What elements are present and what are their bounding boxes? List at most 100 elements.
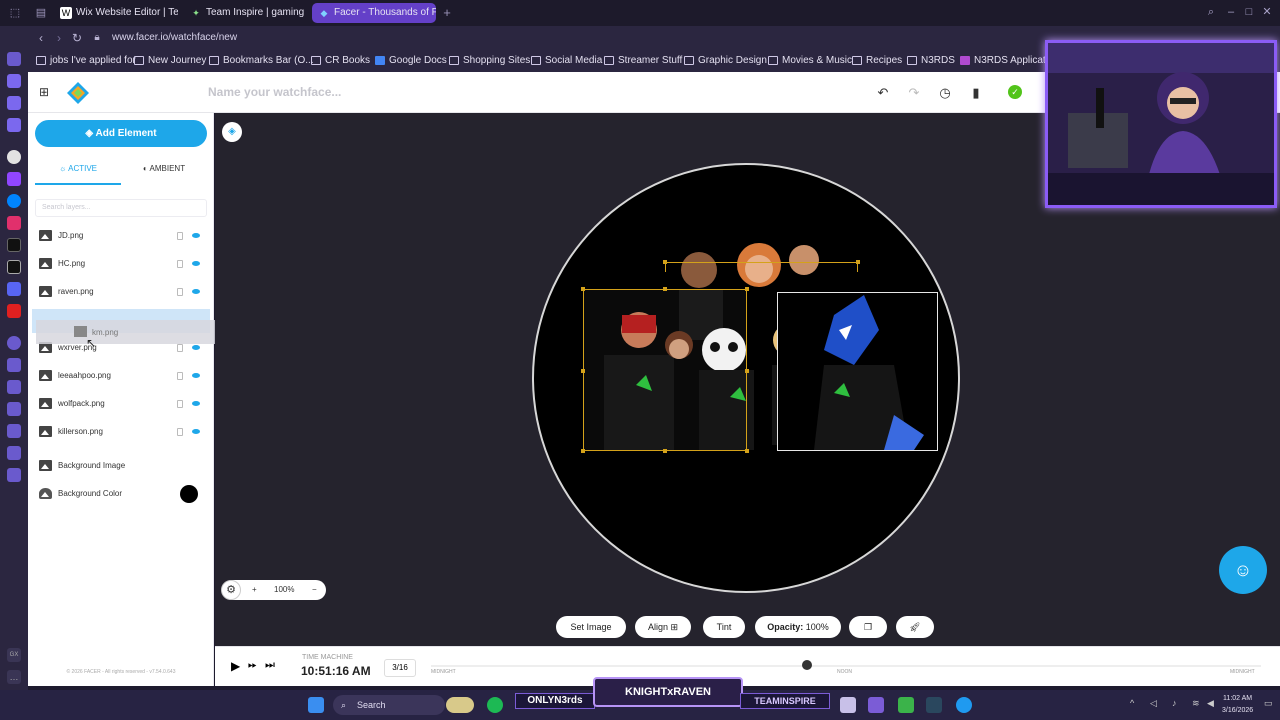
layer-row[interactable]: leeaahpoo.png — [32, 364, 210, 388]
layer-row[interactable]: wolfpack.png — [32, 392, 210, 416]
chat-support-icon[interactable]: ☺ — [1219, 546, 1267, 594]
bookmark-item[interactable]: New Journey — [134, 54, 206, 68]
chatgpt-icon[interactable] — [7, 150, 21, 164]
bookmark-item[interactable]: Shopping Sites — [449, 54, 530, 68]
wifi-icon[interactable]: ≋ — [1192, 698, 1200, 709]
tab-facer[interactable]: ◆ Facer - Thousands of FRE — [312, 3, 436, 23]
widgets-icon[interactable] — [446, 697, 474, 713]
lock-icon[interactable] — [177, 260, 183, 268]
tiktok-icon[interactable] — [7, 238, 21, 252]
youtube-icon[interactable] — [7, 304, 21, 318]
taskbar-clock[interactable]: 11:02 AM 3/16/2026 — [1222, 693, 1253, 717]
watchface-name-input[interactable]: Name your watchface... — [208, 85, 341, 99]
faster-forward-icon[interactable]: ⏭︎ — [265, 659, 275, 672]
speaker-icon[interactable]: ◁ — [1150, 698, 1157, 709]
gear-icon[interactable]: ⚙ — [221, 580, 241, 600]
resize-handle[interactable] — [745, 449, 749, 453]
editor-canvas[interactable]: ◈ ⚙ + 100% − Set Image Align ⊞ Tint Opac… — [215, 113, 1045, 646]
resize-handle[interactable] — [663, 449, 667, 453]
resize-handle[interactable] — [581, 369, 585, 373]
eye-icon[interactable] — [192, 289, 200, 294]
layer-row[interactable]: JD.png — [32, 224, 210, 248]
eye-icon[interactable] — [192, 233, 200, 238]
layer-row[interactable]: raven.png — [32, 280, 210, 304]
watch-face[interactable] — [532, 163, 960, 593]
bookmark-item[interactable]: jobs I've applied for — [36, 54, 136, 68]
bookmark-item[interactable]: N3RDS — [907, 54, 955, 68]
layer-row[interactable]: killerson.png — [32, 420, 210, 444]
time-slider-thumb[interactable] — [802, 660, 812, 670]
zoom-in-button[interactable]: + — [252, 580, 257, 600]
messenger-icon[interactable] — [7, 194, 21, 208]
close-icon[interactable]: ✕ — [1260, 5, 1274, 19]
dragging-layer[interactable]: km.png — [36, 320, 244, 344]
bookmark-item[interactable]: Social Media — [531, 54, 602, 68]
bookmark-item[interactable]: Google Docs — [375, 54, 447, 68]
bookmark-item[interactable]: Bookmarks Bar (O... — [209, 54, 314, 68]
add-element-button[interactable]: ◈ Add Element — [35, 120, 207, 147]
resize-handle[interactable] — [663, 287, 667, 291]
selection-box[interactable] — [583, 289, 747, 451]
tray-chevron-icon[interactable]: ^ — [1130, 698, 1134, 708]
resize-handle[interactable] — [663, 260, 667, 264]
bookmark-item[interactable]: Graphic Design — [684, 54, 767, 68]
resize-handle[interactable] — [581, 287, 585, 291]
lock-icon[interactable] — [177, 400, 183, 408]
windows-start-icon[interactable] — [308, 697, 324, 713]
twitch-icon[interactable] — [7, 172, 21, 186]
volume-icon[interactable]: ◀ — [1207, 698, 1214, 709]
color-swatch[interactable] — [180, 485, 198, 503]
sidebar-app-icon[interactable] — [7, 468, 21, 482]
xbox-icon[interactable] — [898, 697, 914, 713]
lock-icon[interactable] — [177, 232, 183, 240]
selection-box[interactable] — [665, 262, 858, 272]
resize-handle[interactable] — [856, 260, 860, 264]
spotify-icon[interactable] — [487, 697, 503, 713]
tab-ambient[interactable]: ◐ AMBIENT — [121, 163, 207, 185]
bookmark-item[interactable]: Streamer Stuff — [604, 54, 682, 68]
zoom-out-button[interactable]: − — [312, 580, 317, 600]
advanced-button[interactable]: 🚀︎ — [896, 616, 934, 638]
undo-icon[interactable]: ↶ — [875, 85, 891, 101]
eye-icon[interactable] — [192, 401, 200, 406]
set-image-button[interactable]: Set Image — [556, 616, 626, 638]
url-field[interactable]: www.facer.io/watchface/new — [112, 31, 237, 45]
eye-icon[interactable] — [192, 345, 200, 350]
background-image-row[interactable]: Background Image — [32, 454, 210, 478]
search-layers-input[interactable]: Search layers... — [35, 199, 207, 217]
reload-icon[interactable]: ↻ — [70, 31, 84, 45]
resize-handle[interactable] — [745, 287, 749, 291]
layers-toggle-button[interactable]: ◈ — [222, 122, 242, 142]
background-color-row[interactable]: Background Color — [32, 482, 210, 506]
new-tab-button[interactable]: + — [440, 6, 454, 20]
lock-icon[interactable] — [177, 428, 183, 436]
x-icon[interactable] — [7, 260, 21, 274]
bookmark-item[interactable]: Recipes — [852, 54, 902, 68]
taskbar-search[interactable]: ⌕ Search — [333, 695, 445, 715]
play-icon[interactable]: ▶ — [231, 659, 240, 673]
maximize-icon[interactable]: □ — [1242, 5, 1256, 19]
history-icon[interactable] — [7, 446, 21, 460]
browser-menu-icon[interactable]: ⬚ — [8, 6, 22, 20]
layer-order-button[interactable]: ❐ — [849, 616, 887, 638]
time-slider-track[interactable] — [431, 665, 1261, 667]
gx-icon[interactable]: GX — [7, 648, 21, 662]
align-button[interactable]: Align ⊞ — [635, 616, 691, 638]
resize-handle[interactable] — [745, 369, 749, 373]
minimize-icon[interactable]: – — [1224, 5, 1238, 19]
forward-icon[interactable]: › — [52, 31, 66, 45]
sidebar-app-icon[interactable] — [7, 336, 21, 350]
opacity-control[interactable]: Opacity: 100% — [755, 616, 841, 638]
sidebar-app-icon[interactable] — [7, 52, 21, 66]
tab-team-inspire[interactable]: ✦ Team Inspire | gaming — [184, 3, 308, 23]
lock-icon[interactable] — [177, 372, 183, 380]
notification-icon[interactable]: ▭ — [1264, 698, 1273, 709]
more-icon[interactable]: … — [7, 670, 21, 684]
layer-row[interactable]: HC.png — [32, 252, 210, 276]
lock-icon[interactable] — [177, 344, 183, 352]
resize-handle[interactable] — [581, 449, 585, 453]
sidebar-app-icon[interactable] — [7, 402, 21, 416]
tab-active[interactable]: ☼ ACTIVE — [35, 163, 121, 185]
bookmark-item[interactable]: Movies & Music — [768, 54, 852, 68]
tab-actions-icon[interactable]: ▤ — [34, 6, 48, 20]
